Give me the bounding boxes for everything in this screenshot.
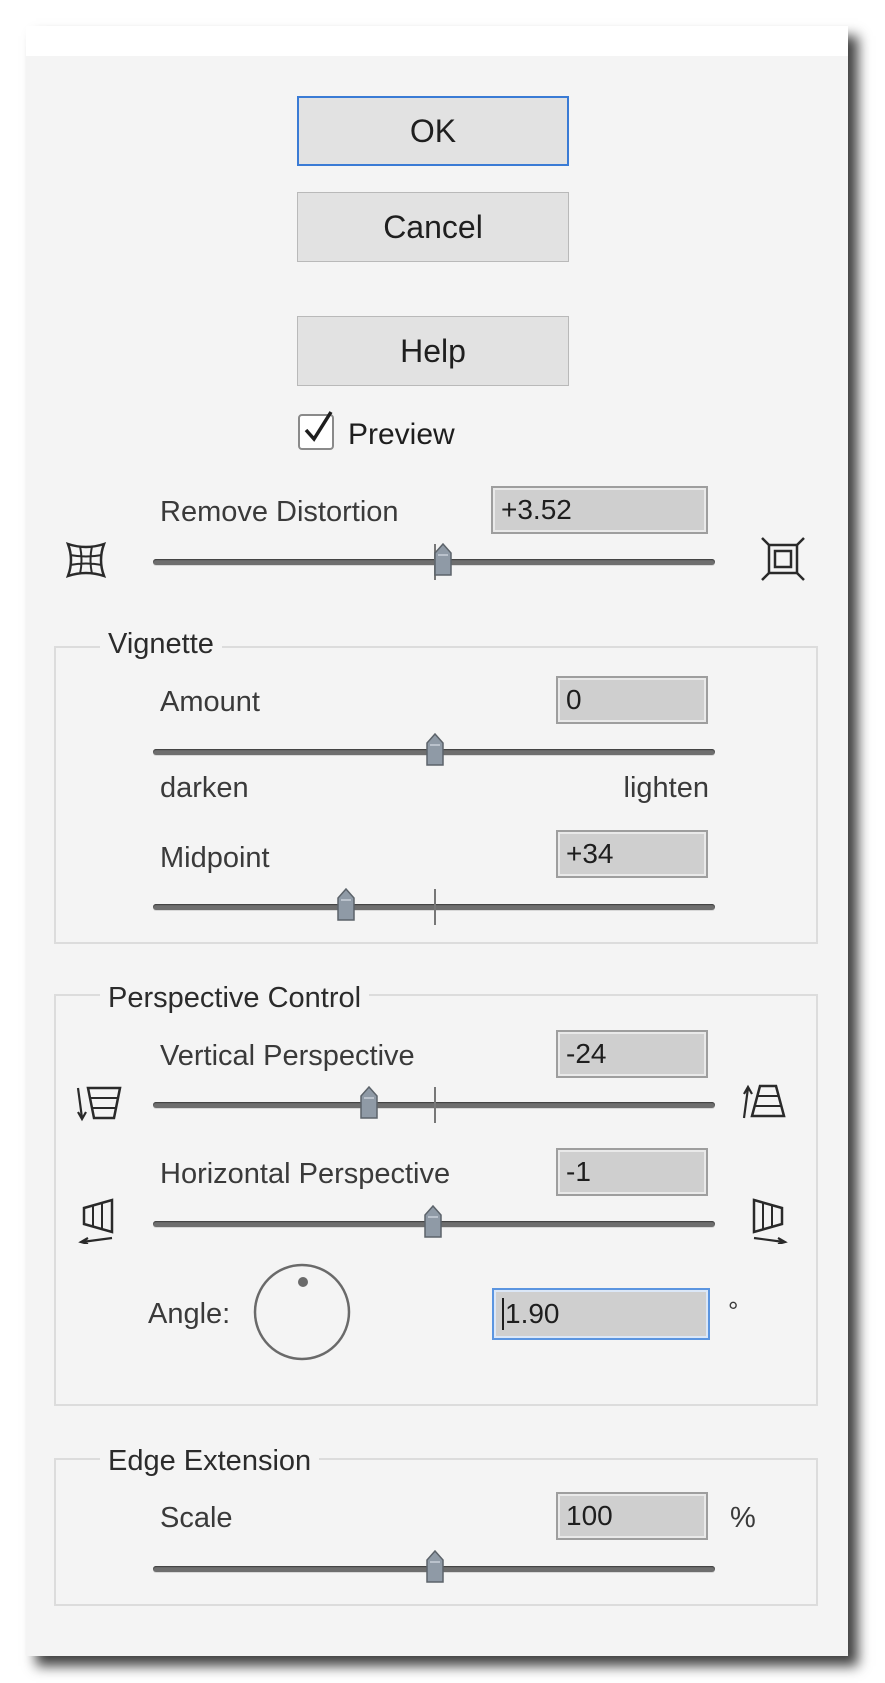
vignette-amount-slider-thumb[interactable] [425,733,445,767]
panel-top-strip [26,26,848,56]
checkmark-icon [304,411,333,442]
vertical-perspective-label: Vertical Perspective [160,1040,415,1072]
vignette-midpoint-center-tick [434,889,436,925]
scale-percent-unit: % [730,1502,756,1534]
edge-extension-group-title: Edge Extension [100,1445,320,1478]
vignette-midpoint-input[interactable]: +34 [556,830,708,878]
vignette-amount-label: Amount [160,686,260,718]
ok-button[interactable]: OK [297,96,569,166]
vignette-midpoint-label: Midpoint [160,842,270,874]
text-caret [502,1298,504,1330]
vertical-perspective-down-icon [76,1086,122,1122]
scale-label: Scale [160,1502,233,1534]
vertical-perspective-input[interactable]: -24 [556,1030,708,1078]
preview-checkbox[interactable] [298,411,334,450]
preview-label[interactable]: Preview [348,418,455,452]
vignette-amount-input[interactable]: 0 [556,676,708,724]
help-button[interactable]: Help [297,316,569,386]
vertical-perspective-up-icon [742,1084,786,1119]
horizontal-perspective-slider-thumb[interactable] [423,1205,443,1239]
scale-input[interactable]: 100 [556,1492,708,1540]
angle-value: 1.90 [505,1298,560,1329]
vignette-lighten-label: lighten [623,772,709,804]
remove-distortion-input[interactable]: +3.52 [491,486,708,534]
angle-dial-indicator [298,1277,308,1287]
barrel-frame-icon [761,537,805,581]
remove-distortion-label: Remove Distortion [160,496,399,528]
angle-label: Angle: [148,1298,231,1330]
vignette-group-title: Vignette [100,628,222,661]
pincushion-grid-icon [65,541,107,579]
scale-slider-thumb[interactable] [425,1550,445,1584]
vertical-perspective-slider-thumb[interactable] [359,1086,379,1120]
horizontal-perspective-left-icon [78,1198,114,1244]
horizontal-perspective-label: Horizontal Perspective [160,1158,451,1190]
vignette-darken-label: darken [160,772,249,804]
horizontal-perspective-input[interactable]: -1 [556,1148,708,1196]
perspective-control-group-title: Perspective Control [100,982,370,1015]
remove-distortion-slider-thumb[interactable] [433,543,453,577]
vignette-midpoint-slider-thumb[interactable] [336,888,356,922]
horizontal-perspective-right-icon [752,1198,788,1244]
angle-input[interactable]: 1.90 [492,1288,710,1340]
angle-dial[interactable] [252,1262,352,1362]
cancel-button[interactable]: Cancel [297,192,569,262]
vertical-perspective-center-tick [434,1087,436,1123]
angle-degree-unit: ° [728,1296,739,1326]
